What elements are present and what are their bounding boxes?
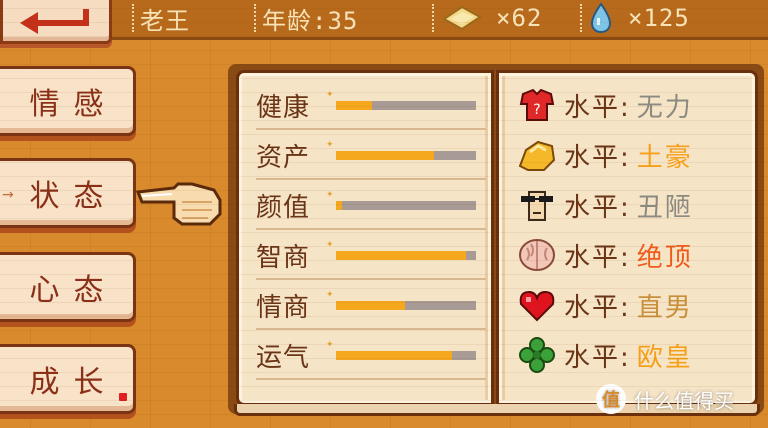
stat-row: 运气 ✦ (256, 330, 486, 380)
age-segment: 年龄:35 (254, 0, 359, 36)
level-value: 直男 (636, 292, 693, 323)
sparkle-icon: ✦ (326, 240, 334, 250)
sparkle-icon: ✦ (326, 190, 334, 200)
sparkle-icon: ✦ (326, 140, 334, 150)
stat-bar-fill (336, 300, 405, 310)
menu-item-label: 状态 (29, 179, 118, 214)
gold-count: ×62 (496, 4, 543, 32)
level-label: 水平: (564, 242, 631, 273)
stat-bar-fill (336, 350, 453, 360)
level-row: 水平: 直男 (514, 280, 750, 330)
back-button[interactable] (0, 0, 112, 44)
player-age: 年龄:35 (262, 6, 359, 35)
watermark-logo-icon: 值 (596, 384, 626, 414)
notification-dot (119, 393, 127, 401)
level-row: 水平: 土豪 (514, 130, 750, 180)
sparkle-icon: ✦ (326, 290, 334, 300)
watermark: 值 什么值得买 (596, 384, 734, 414)
stat-label: 资产 (256, 142, 311, 173)
stat-label: 情商 (256, 292, 311, 323)
player-name-segment: 老王 (132, 0, 190, 36)
stat-bar (336, 350, 476, 360)
level-value: 土豪 (636, 142, 693, 173)
sparkle-icon: ✦ (326, 340, 334, 350)
stat-row: 健康 ✦ (256, 80, 486, 130)
menu-item-label: 情感 (29, 87, 118, 122)
gold-segment: ×62 (432, 0, 543, 36)
water-drop-icon (590, 2, 612, 34)
clover-icon (514, 334, 560, 376)
level-row: 水平: 欧皇 (514, 330, 750, 380)
level-row: ? 水平: 无力 (514, 80, 750, 130)
gold-bar-icon (442, 5, 482, 31)
stat-bar-fill (336, 200, 342, 210)
back-arrow-icon (20, 8, 89, 34)
level-value: 丑陋 (636, 192, 693, 223)
heart-icon (514, 284, 560, 326)
red-shirt-icon: ? (514, 84, 560, 126)
selected-arrow-marker: → (2, 187, 14, 203)
level-label: 水平: (564, 292, 631, 323)
water-segment: ×125 (580, 0, 690, 36)
stat-bar (336, 100, 476, 110)
status-top-bar: 老王 年龄:35 ×62 ×125 (110, 0, 768, 40)
svg-text:?: ? (533, 102, 540, 118)
stat-row: 智商 ✦ (256, 230, 486, 280)
menu-item-emotion[interactable]: 情感 (0, 66, 136, 136)
stat-bar-fill (336, 100, 373, 110)
stat-label: 智商 (256, 242, 311, 273)
level-label: 水平: (564, 192, 631, 223)
water-count: ×125 (628, 4, 690, 32)
stat-bar (336, 250, 476, 260)
pointing-hand-icon (135, 182, 222, 226)
level-label: 水平: (564, 142, 631, 173)
stat-label: 健康 (256, 92, 311, 123)
stat-bar (336, 300, 476, 310)
player-name: 老王 (140, 6, 190, 35)
menu-item-status[interactable]: → 状态 (0, 158, 136, 228)
sunglasses-face-icon (514, 184, 560, 226)
stat-label: 颜值 (256, 192, 311, 223)
gold-nugget-icon (514, 134, 560, 176)
level-value: 无力 (636, 92, 693, 123)
stat-row: 颜值 ✦ (256, 180, 486, 230)
menu-item-label: 心态 (29, 273, 118, 308)
sparkle-icon: ✦ (326, 90, 334, 100)
stat-row: 资产 ✦ (256, 130, 486, 180)
level-row: 水平: 丑陋 (514, 180, 750, 230)
menu-item-growth[interactable]: 成长 (0, 344, 136, 414)
stat-label: 运气 (256, 342, 311, 373)
watermark-text: 什么值得买 (634, 388, 734, 413)
menu-item-label: 成长 (29, 365, 118, 400)
stat-bar-fill (336, 250, 467, 260)
menu-item-mindset[interactable]: 心态 (0, 252, 136, 322)
stat-row: 情商 ✦ (256, 280, 486, 330)
level-value: 欧皇 (636, 342, 693, 373)
brain-icon (514, 234, 560, 276)
stat-bar (336, 200, 476, 210)
stat-bar-fill (336, 150, 434, 160)
level-label: 水平: (564, 92, 631, 123)
level-label: 水平: (564, 342, 631, 373)
level-value: 绝顶 (636, 242, 693, 273)
stat-bar (336, 150, 476, 160)
level-row: 水平: 绝顶 (514, 230, 750, 280)
